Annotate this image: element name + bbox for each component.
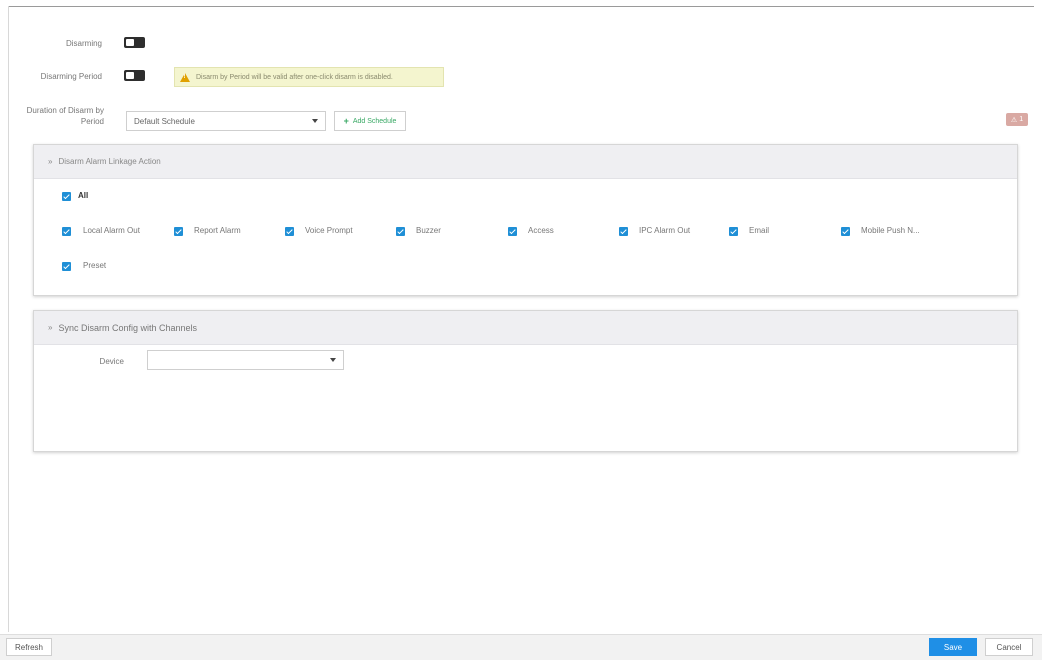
caret-down-icon — [330, 358, 336, 362]
checkbox-preset[interactable] — [62, 262, 71, 271]
warning-text: Disarm by Period will be valid after one… — [196, 73, 393, 81]
label-mobile-push: Mobile Push N... — [861, 226, 920, 235]
device-label: Device — [99, 357, 124, 366]
linkage-panel-title: Disarm Alarm Linkage Action — [58, 157, 161, 166]
toggle-knob — [126, 39, 134, 46]
cancel-button[interactable]: Cancel — [985, 638, 1033, 656]
chevron-right-icon: » — [48, 323, 53, 332]
disarming-label: Disarming — [65, 39, 102, 48]
warning-icon — [180, 72, 190, 82]
disarming-toggle[interactable] — [124, 37, 145, 48]
add-schedule-label: Add Schedule — [352, 117, 397, 125]
save-button[interactable]: Save — [929, 638, 977, 656]
warning-banner: Disarm by Period will be valid after one… — [174, 67, 444, 87]
duration-label: Duration of Disarm by Period — [26, 106, 104, 126]
label-local-alarm-out: Local Alarm Out — [83, 226, 140, 235]
label-access: Access — [528, 226, 554, 235]
label-report-alarm: Report Alarm — [194, 226, 241, 235]
disarming-period-toggle[interactable] — [124, 70, 145, 81]
checkbox-voice-prompt[interactable] — [285, 227, 294, 236]
label-ipc-alarm-out: IPC Alarm Out — [639, 226, 691, 235]
checkbox-access[interactable] — [508, 227, 517, 236]
linkage-panel: » Disarm Alarm Linkage Action — [33, 144, 1018, 296]
caret-down-icon — [312, 119, 318, 123]
sync-panel: » Sync Disarm Config with Channels — [33, 310, 1018, 452]
checkbox-ipc-alarm-out[interactable] — [619, 227, 628, 236]
toggle-knob — [126, 72, 134, 79]
checkbox-email[interactable] — [729, 227, 738, 236]
device-select[interactable] — [147, 350, 344, 370]
footer-bar — [0, 634, 1042, 660]
plus-icon: + — [343, 116, 349, 126]
checkbox-report-alarm[interactable] — [174, 227, 183, 236]
all-label: All — [78, 191, 89, 200]
label-voice-prompt: Voice Prompt — [305, 226, 353, 235]
label-email: Email — [749, 226, 770, 235]
checkbox-local-alarm-out[interactable] — [62, 227, 71, 236]
disarming-period-label: Disarming Period — [40, 72, 102, 81]
label-preset: Preset — [83, 261, 107, 270]
sync-panel-title: Sync Disarm Config with Channels — [58, 322, 198, 333]
checkbox-buzzer[interactable] — [396, 227, 405, 236]
label-buzzer: Buzzer — [416, 226, 441, 235]
chevron-right-icon: » — [48, 157, 53, 166]
alert-badge-count: 1 — [1019, 116, 1024, 123]
all-checkbox[interactable] — [62, 192, 71, 201]
refresh-button[interactable]: Refresh — [6, 638, 52, 656]
checkbox-mobile-push[interactable] — [841, 227, 850, 236]
linkage-panel-header[interactable]: » Disarm Alarm Linkage Action — [34, 145, 1017, 179]
schedule-select-value: Default Schedule — [134, 116, 195, 126]
sync-panel-header[interactable]: » Sync Disarm Config with Channels — [34, 311, 1017, 345]
alert-badge[interactable]: ⚠ 1 — [1006, 113, 1028, 126]
warning-small-icon: ⚠ — [1010, 116, 1018, 124]
top-divider — [8, 6, 1034, 7]
add-schedule-button[interactable]: + Add Schedule — [334, 111, 406, 131]
left-divider — [8, 6, 9, 632]
schedule-select[interactable]: Default Schedule — [126, 111, 326, 131]
